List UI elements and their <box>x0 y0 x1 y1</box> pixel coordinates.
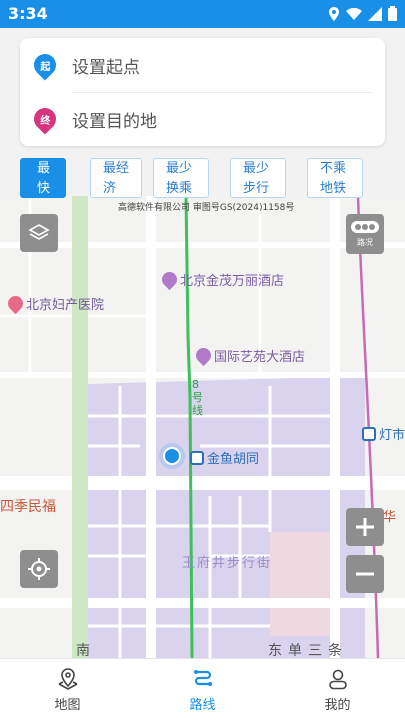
metro-line-label: 8号线 <box>192 378 203 417</box>
map-copyright: 高德软件有限公司 审图号GS(2024)1158号 <box>118 203 295 213</box>
metro-station-icon <box>190 450 204 465</box>
poi-station-jinyu[interactable]: 金鱼胡同 <box>190 448 259 467</box>
area-label-nan: 南 <box>76 643 90 658</box>
end-pin-icon: 终 <box>29 103 61 135</box>
hotel-pin-icon <box>158 268 181 291</box>
bottom-nav: 地图 路线 我的 <box>0 658 405 720</box>
nav-route-label: 路线 <box>189 698 216 713</box>
start-pin-icon: 起 <box>29 49 61 81</box>
nav-mine[interactable]: 我的 <box>270 659 405 720</box>
hospital-pin-icon <box>4 292 27 315</box>
layers-icon <box>28 224 50 240</box>
poi-label: 金鱼胡同 <box>207 452 260 467</box>
nav-map-label: 地图 <box>54 698 81 713</box>
plus-icon <box>356 518 374 536</box>
route-search-card: 起 设置起点 终 设置目的地 <box>20 38 385 146</box>
location-icon <box>329 6 339 21</box>
start-point-field[interactable]: 起 设置起点 <box>20 38 385 92</box>
map-view[interactable]: 高德软件有限公司 审图号GS(2024)1158号 8号线 北京金茂万丽酒店 北… <box>0 196 405 658</box>
poi-label: 北京金茂万丽酒店 <box>180 274 285 289</box>
poi-label: 北京妇产医院 <box>26 298 105 313</box>
poi-label: 国际艺苑大酒店 <box>214 350 306 365</box>
area-label-siji: 四季民福 <box>0 499 56 515</box>
tab-fastest[interactable]: 最快捷 <box>20 158 66 198</box>
poi-label: 灯市 <box>379 428 405 443</box>
start-badge: 起 <box>40 61 50 73</box>
nav-route[interactable]: 路线 <box>135 659 270 720</box>
zoom-in-button[interactable] <box>346 508 384 546</box>
start-point-placeholder: 设置起点 <box>72 57 140 78</box>
area-label-wangfujing: 王府井步行街 <box>182 556 273 571</box>
traffic-label: 路况 <box>357 238 373 247</box>
area-label-dongdan: 东单三条 <box>268 643 348 658</box>
nav-map[interactable]: 地图 <box>0 659 135 720</box>
zoom-out-button[interactable] <box>346 555 384 593</box>
wifi-icon <box>346 7 362 20</box>
destination-field[interactable]: 终 设置目的地 <box>20 92 385 146</box>
poi-station-dengshi[interactable]: 灯市 <box>362 424 405 443</box>
tab-fewest-transfers[interactable]: 最少换乘 <box>153 158 209 198</box>
status-bar: 3:34 <box>0 0 405 28</box>
tab-economical[interactable]: 最经济 <box>90 158 142 198</box>
map-pin-icon <box>58 668 77 690</box>
route-icon <box>193 670 212 686</box>
nav-mine-label: 我的 <box>324 698 351 713</box>
poi-hotel-jinmao[interactable]: 北京金茂万丽酒店 <box>158 268 285 291</box>
hotel-pin-icon <box>192 344 215 367</box>
end-badge: 终 <box>40 115 50 127</box>
crosshair-icon <box>28 558 50 580</box>
map-base <box>0 196 405 658</box>
layers-button[interactable] <box>20 214 58 252</box>
tab-least-walking[interactable]: 最少步行 <box>230 158 286 198</box>
tab-no-subway[interactable]: 不乘地铁 <box>307 158 363 198</box>
user-icon <box>328 669 347 690</box>
poi-hotel-yiyuan[interactable]: 国际艺苑大酒店 <box>192 344 306 367</box>
traffic-icon <box>351 221 379 233</box>
minus-icon <box>356 572 374 576</box>
metro-station-icon <box>362 426 376 441</box>
locate-button[interactable] <box>20 550 58 588</box>
status-time: 3:34 <box>8 4 48 23</box>
battery-icon <box>388 6 397 21</box>
destination-placeholder: 设置目的地 <box>72 111 157 132</box>
traffic-button[interactable]: 路况 <box>346 214 384 254</box>
signal-icon <box>368 6 382 21</box>
poi-hospital[interactable]: 北京妇产医院 <box>4 292 105 315</box>
